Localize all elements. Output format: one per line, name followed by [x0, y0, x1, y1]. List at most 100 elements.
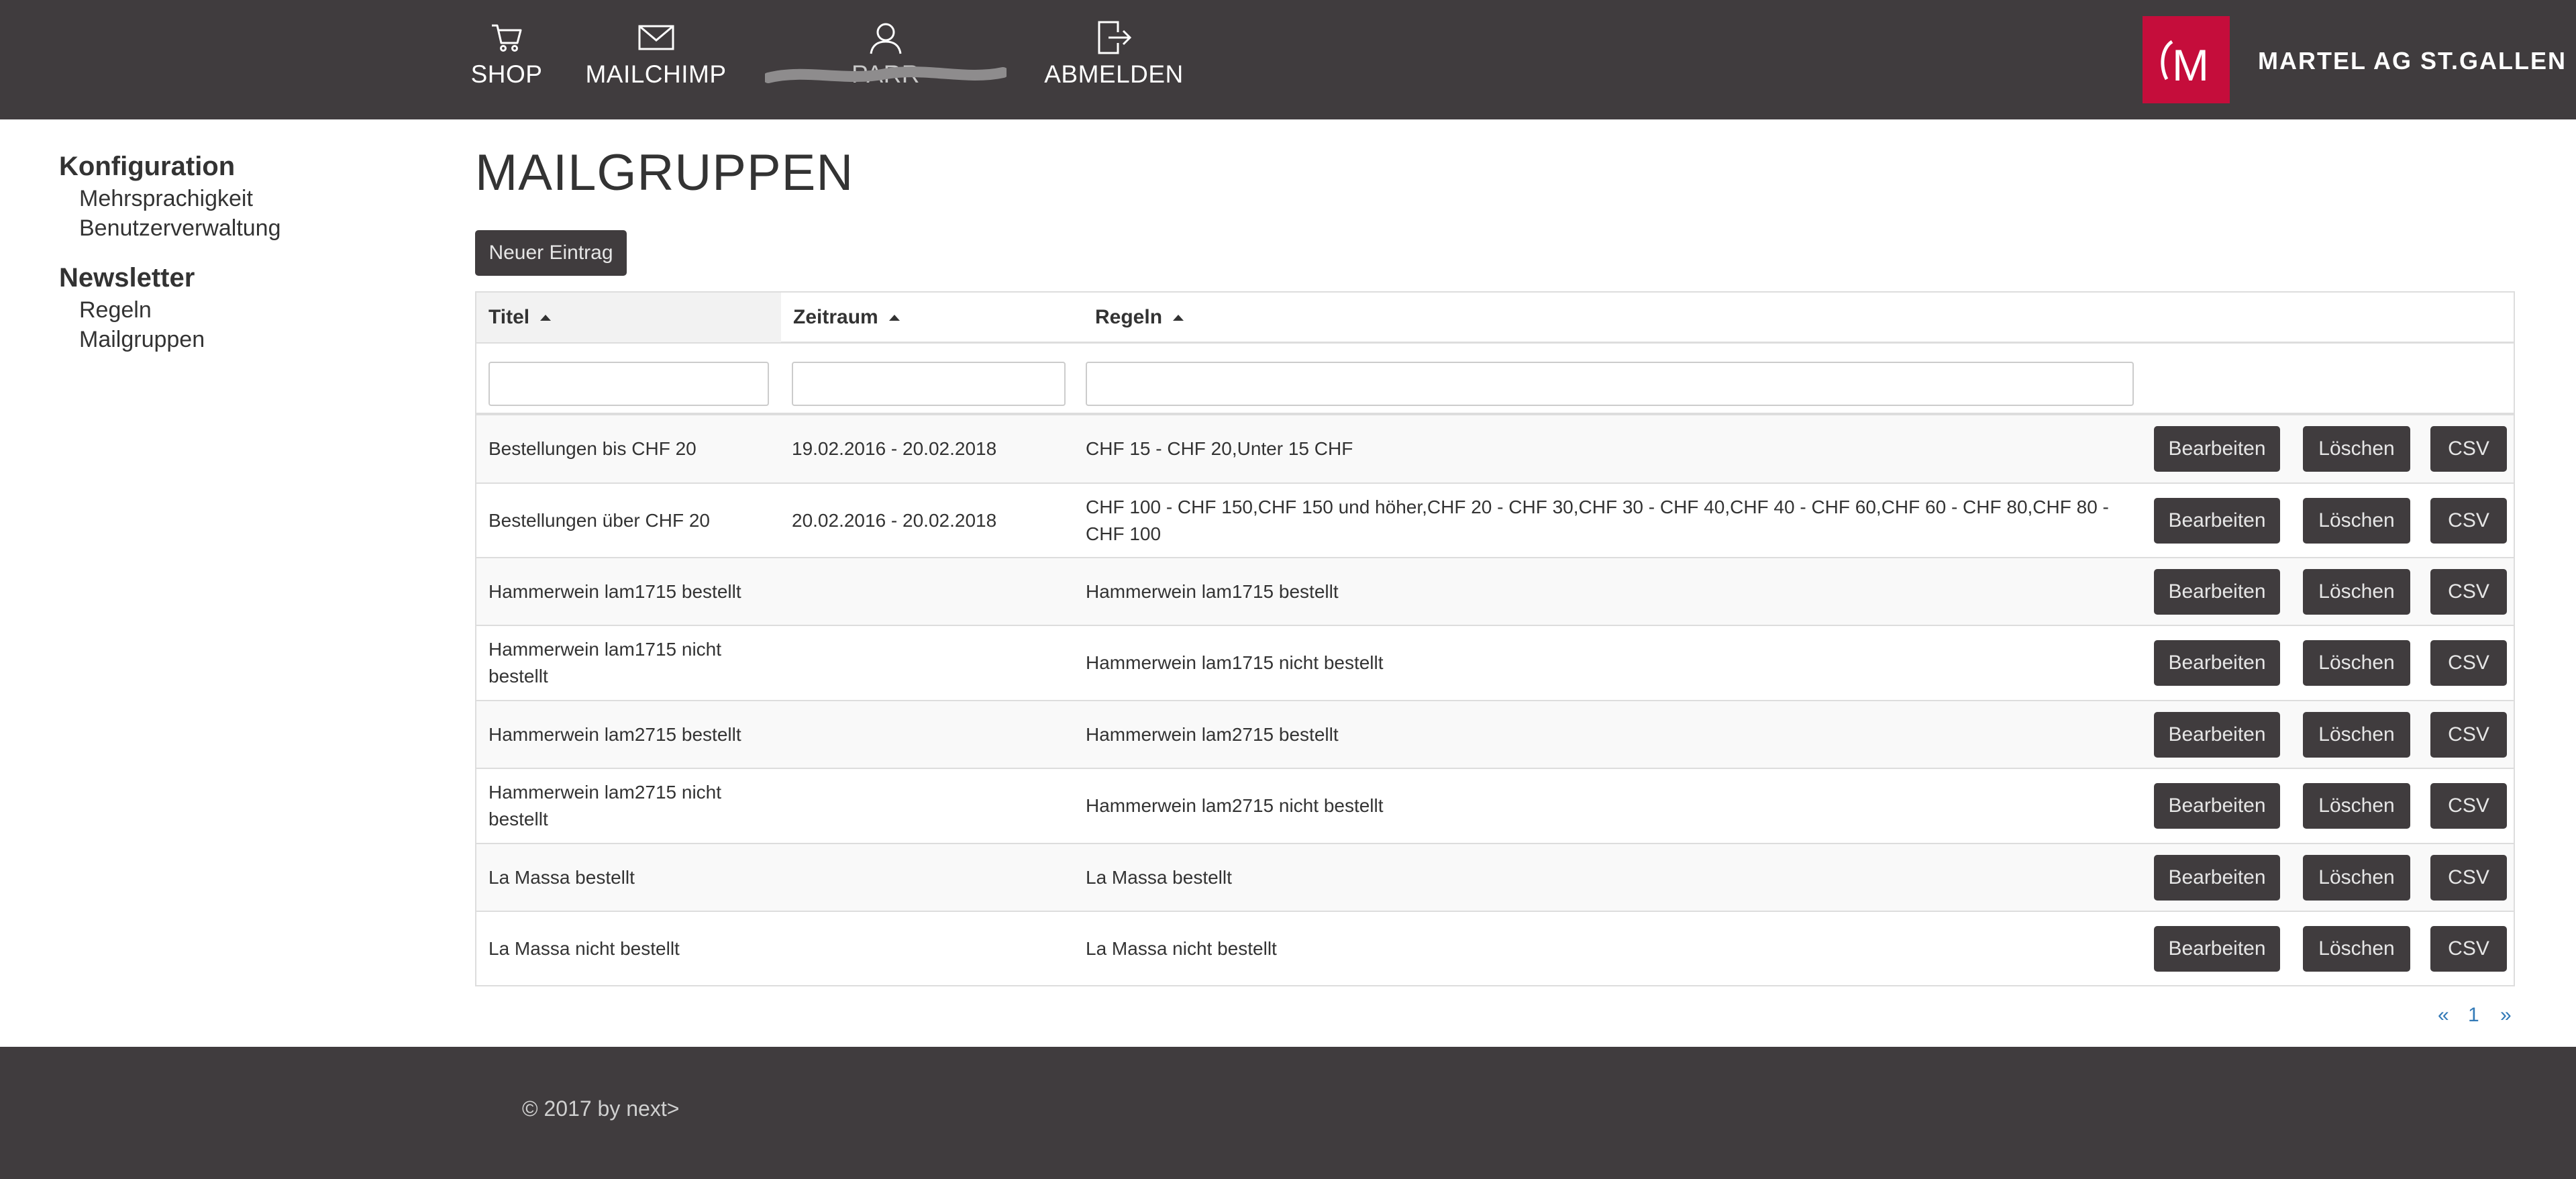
nav-mailchimp[interactable]: MAILCHIMP	[584, 0, 728, 119]
column-header-zeitraum[interactable]: Zeitraum	[781, 293, 1083, 342]
cell-titel: Hammerwein lam1715 bestellt	[488, 580, 741, 602]
table-header: Titel Zeitraum Regeln	[476, 293, 2514, 344]
filter-zeitraum-input[interactable]	[792, 362, 1066, 406]
table-row: Hammerwein lam1715 nicht bestellt Hammerw…	[476, 625, 2514, 700]
table-row: Bestellungen bis CHF 20 19.02.2016 - 20.0…	[476, 414, 2514, 482]
cell-zeitraum	[792, 769, 1074, 843]
sort-asc-icon	[540, 314, 552, 321]
table-row: La Massa nicht bestellt La Massa nicht be…	[476, 911, 2514, 985]
delete-button[interactable]: Löschen	[2303, 426, 2410, 472]
cell-zeitraum	[792, 626, 1074, 700]
page-title: MAILGRUPPEN	[475, 144, 854, 201]
cell-zeitraum	[792, 912, 1074, 985]
sidebar-item-mehrsprachigkeit[interactable]: Mehrsprachigkeit	[79, 184, 435, 213]
sort-asc-icon	[1173, 314, 1184, 321]
table-row: Bestellungen über CHF 20 20.02.2016 - 20.…	[476, 482, 2514, 557]
logo-letter: M	[2172, 40, 2209, 90]
filter-titel-input[interactable]	[488, 362, 769, 406]
sort-asc-icon	[888, 314, 900, 321]
sidebar-item-benutzerverwaltung[interactable]: Benutzerverwaltung	[79, 213, 435, 243]
table-row: La Massa bestellt La Massa bestellt Bearbe…	[476, 843, 2514, 911]
cell-regeln: Hammerwein lam1715 nicht bestellt	[1086, 652, 1384, 673]
nav-shop-label: SHOP	[470, 60, 543, 88]
pagination-page-1[interactable]: 1	[2468, 1004, 2479, 1027]
redaction-scribble	[765, 66, 1007, 83]
csv-button[interactable]: CSV	[2430, 426, 2507, 472]
csv-button[interactable]: CSV	[2430, 497, 2507, 544]
csv-button[interactable]: CSV	[2430, 640, 2507, 686]
column-header-titel[interactable]: Titel	[476, 293, 781, 342]
table-row: Hammerwein lam2715 bestellt Hammerwein la…	[476, 700, 2514, 768]
filter-regeln-input[interactable]	[1086, 362, 2134, 406]
cell-titel: Hammerwein lam2715 nicht bestellt	[488, 782, 722, 829]
cell-titel: Hammerwein lam2715 bestellt	[488, 723, 741, 745]
cell-titel: La Massa nicht bestellt	[488, 937, 680, 959]
edit-button[interactable]: Bearbeiten	[2154, 854, 2280, 901]
cell-zeitraum: 19.02.2016 - 20.02.2018	[792, 438, 997, 459]
table-row: Hammerwein lam2715 nicht bestellt Hammerw…	[476, 768, 2514, 843]
cell-titel: La Massa bestellt	[488, 866, 635, 888]
delete-button[interactable]: Löschen	[2303, 854, 2410, 901]
cell-zeitraum	[792, 844, 1074, 911]
column-header-label: Titel	[488, 306, 530, 328]
csv-button[interactable]: CSV	[2430, 854, 2507, 901]
edit-button[interactable]: Bearbeiten	[2154, 640, 2280, 686]
brand-name: MARTEL AG ST.GALLEN	[2258, 47, 2567, 74]
delete-button[interactable]: Löschen	[2303, 783, 2410, 829]
pagination-prev[interactable]: «	[2438, 1004, 2449, 1027]
cell-zeitraum	[792, 701, 1074, 768]
csv-button[interactable]: CSV	[2430, 711, 2507, 758]
cell-regeln: CHF 100 - CHF 150,CHF 150 und höher,CHF …	[1086, 496, 2109, 544]
cart-icon	[492, 24, 522, 52]
sidebar-item-regeln[interactable]: Regeln	[79, 295, 435, 325]
nav-logout[interactable]: ABMELDEN	[1040, 0, 1188, 119]
delete-button[interactable]: Löschen	[2303, 640, 2410, 686]
footer-copyright: © 2017 by next>	[522, 1096, 680, 1121]
cell-regeln: La Massa bestellt	[1086, 866, 1232, 888]
nav-logout-label: ABMELDEN	[1044, 60, 1184, 88]
csv-button[interactable]: CSV	[2430, 783, 2507, 829]
edit-button[interactable]: Bearbeiten	[2154, 783, 2280, 829]
nav-mailchimp-label: MAILCHIMP	[585, 60, 727, 88]
filter-row	[476, 344, 2514, 414]
sidebar-group-konfiguration: Konfiguration Mehrsprachigkeit Benutzerv…	[59, 149, 435, 243]
cell-regeln: CHF 15 - CHF 20,Unter 15 CHF	[1086, 438, 1353, 459]
cell-titel: Hammerwein lam1715 nicht bestellt	[488, 639, 722, 686]
edit-button[interactable]: Bearbeiten	[2154, 711, 2280, 758]
logo-mark-icon: M	[2161, 40, 2209, 90]
cell-zeitraum	[792, 558, 1074, 625]
sidebar-heading: Konfiguration	[59, 152, 236, 181]
cell-regeln: La Massa nicht bestellt	[1086, 937, 1277, 959]
edit-button[interactable]: Bearbeiten	[2154, 497, 2280, 544]
sidebar-item-mailgruppen[interactable]: Mailgruppen	[79, 325, 435, 354]
edit-button[interactable]: Bearbeiten	[2154, 568, 2280, 615]
top-navigation-bar: SHOP MAILCHIMP PARR ABMELDEN M MARTEL AG…	[0, 0, 2576, 119]
csv-button[interactable]: CSV	[2430, 925, 2507, 972]
cell-regeln: Hammerwein lam2715 nicht bestellt	[1086, 795, 1384, 816]
brand-logo[interactable]: M	[2143, 16, 2230, 103]
pagination-next[interactable]: »	[2500, 1004, 2512, 1027]
cell-regeln: Hammerwein lam2715 bestellt	[1086, 723, 1339, 745]
column-header-regeln[interactable]: Regeln	[1083, 293, 2157, 342]
table-row: Hammerwein lam1715 bestellt Hammerwein la…	[476, 557, 2514, 625]
delete-button[interactable]: Löschen	[2303, 711, 2410, 758]
cell-regeln: Hammerwein lam1715 bestellt	[1086, 580, 1339, 602]
edit-button[interactable]: Bearbeiten	[2154, 925, 2280, 972]
cell-titel: Bestellungen bis CHF 20	[488, 438, 697, 459]
new-entry-button[interactable]: Neuer Eintrag	[475, 230, 627, 276]
logout-icon	[1098, 21, 1132, 54]
delete-button[interactable]: Löschen	[2303, 925, 2410, 972]
delete-button[interactable]: Löschen	[2303, 497, 2410, 544]
footer	[0, 1047, 2576, 1179]
sidebar-group-newsletter: Newsletter Regeln Mailgruppen	[59, 260, 435, 354]
delete-button[interactable]: Löschen	[2303, 568, 2410, 615]
sidebar-heading: Newsletter	[59, 263, 195, 293]
cell-zeitraum: 20.02.2016 - 20.02.2018	[792, 509, 997, 531]
column-header-label: Zeitraum	[793, 306, 878, 328]
csv-button[interactable]: CSV	[2430, 568, 2507, 615]
mailgroups-table: Titel Zeitraum Regeln Bestellungen bis C…	[475, 291, 2515, 986]
nav-shop[interactable]: SHOP	[470, 0, 544, 119]
edit-button[interactable]: Bearbeiten	[2154, 426, 2280, 472]
user-icon	[870, 23, 902, 54]
envelope-icon	[638, 25, 674, 50]
